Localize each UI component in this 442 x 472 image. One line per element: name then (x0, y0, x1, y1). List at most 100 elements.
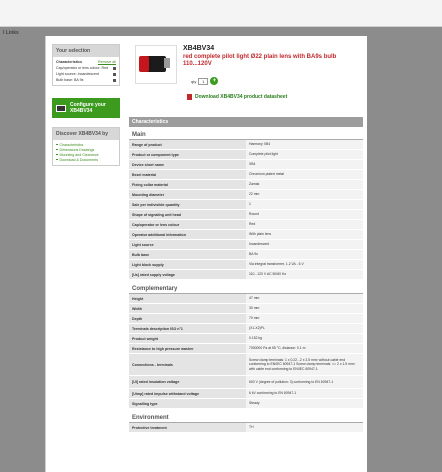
spec-label: Shape of signaling unit head (129, 210, 246, 219)
spec-row: Bulb base BA 9s (129, 250, 363, 260)
product-name: XB4BV34 (183, 45, 215, 52)
spec-row: Product weight 0.152 kg (129, 334, 363, 344)
spec-row: Resistance to high pressure washer 700000… (129, 344, 363, 354)
spec-value: Via integral transformer, 1.2 VA - 6 V (246, 260, 363, 269)
discover-panel: Discover XB4BV34 by Characteristics Dime… (52, 127, 120, 166)
spec-row: [Uimp] rated impulse withstand voltage 6 … (129, 389, 363, 399)
spec-label: Connections - terminals (129, 354, 246, 375)
spec-row: Light block supply Via integral transform… (129, 260, 363, 270)
spec-label: [Us] rated supply voltage (129, 270, 246, 279)
spec-value: Harmony XB4 (246, 140, 363, 149)
spec-row: [Us] rated supply voltage 110...120 V AC … (129, 270, 363, 280)
spec-row: Fixing collar material Zamak (129, 180, 363, 190)
spec-label: Product weight (129, 334, 246, 343)
discover-title: Discover XB4BV34 by (53, 128, 119, 140)
spec-row: Range of product Harmony XB4 (129, 140, 363, 150)
spec-label: Resistance to high pressure washer (129, 344, 246, 353)
spec-value: 1 (246, 200, 363, 209)
spec-value: Round (246, 210, 363, 219)
spec-row: Mounting diameter 22 mm (129, 190, 363, 200)
spec-label: Width (129, 304, 246, 313)
spec-label: Signalling type (129, 399, 246, 408)
spec-row: Light source Incandescent (129, 240, 363, 250)
spec-value: Complete pilot light (246, 150, 363, 159)
spec-label: Light source (129, 240, 246, 249)
configurator-icon (56, 104, 66, 112)
characteristics-table: Characteristics Main Range of product Harm… (129, 117, 363, 433)
selection-item-label: Bulb base: BA 9s (56, 78, 84, 82)
spec-row: Width 30 mm (129, 304, 363, 314)
spec-value: Screw clamp terminals: 1 x 0.22...2 x 2.… (246, 354, 363, 375)
spec-row: Operator additional information With plai… (129, 230, 363, 240)
spec-label: Sale per indivisible quantity (129, 200, 246, 209)
spec-row: Device short name XB4 (129, 160, 363, 170)
spec-row: Protective treatment TH (129, 423, 363, 433)
spec-value: 30 mm (246, 304, 363, 313)
spec-value: 0.152 kg (246, 334, 363, 343)
top-links-label[interactable]: l Links (3, 30, 19, 36)
selection-header-label: Characteristics (56, 60, 82, 64)
browser-top-frame (0, 0, 442, 27)
spec-row: Height 47 mm (129, 294, 363, 304)
discover-link[interactable]: Download & Documents (56, 157, 116, 162)
selection-title: Your selection (53, 45, 119, 57)
datasheet-download-label: Download XB4BV34 product datasheet (195, 94, 288, 100)
quantity-input[interactable]: 1 (198, 77, 209, 85)
spec-row: Connections - terminals Screw clamp termi… (129, 354, 363, 376)
selection-panel: Your selection Characteristics Remove al… (52, 44, 120, 86)
selection-item-label: Cap/operator or lens colour: Red (56, 66, 109, 70)
qty-label: qty (191, 78, 197, 84)
section-title: Complementary (129, 282, 363, 294)
selection-item: Bulb base: BA 9s (56, 77, 116, 83)
add-to-cart-button[interactable]: + (210, 77, 219, 85)
spec-label: Mounting diameter (129, 190, 246, 199)
spec-value: With plain lens (246, 230, 363, 239)
spec-label: [Uimp] rated impulse withstand voltage (129, 389, 246, 398)
remove-item-icon[interactable] (113, 72, 116, 76)
spec-value: 47 mm (246, 294, 363, 303)
spec-value: 22 mm (246, 190, 363, 199)
spec-label: Device short name (129, 160, 246, 169)
spec-label: Fixing collar material (129, 180, 246, 189)
spec-row: Bezel material Chromium plated metal (129, 170, 363, 180)
spec-row: Terminals description ISO n°1 (X1-X2)PL (129, 324, 363, 334)
spec-label: Protective treatment (129, 423, 246, 432)
spec-row: [Ui] rated insulation voltage 600 V (degr… (129, 376, 363, 389)
remove-all-link[interactable]: Remove all (98, 60, 116, 64)
page-margin (367, 36, 442, 472)
pilot-light-lens-icon (139, 56, 149, 72)
pilot-light-terminal-icon (164, 58, 170, 68)
configure-button[interactable]: Configure your XB4BV34 (52, 98, 120, 118)
quantity-row: qty 1 + (191, 77, 219, 85)
selection-body: Characteristics Remove all Cap/operator … (53, 57, 119, 85)
spec-label: Depth (129, 314, 246, 323)
product-page: Your selection Characteristics Remove al… (45, 36, 367, 472)
spec-row: Product or component type Complete pilot … (129, 150, 363, 160)
section-title: Main (129, 128, 363, 140)
spec-value: 70 mm (246, 314, 363, 323)
remove-item-icon[interactable] (113, 66, 116, 70)
spec-value: 7000000 Pa at 55 °C, distance: 0.1 m (246, 344, 363, 353)
spec-value: XB4 (246, 160, 363, 169)
spec-value: Red (246, 220, 363, 229)
spec-row: Cap/operator or lens colour Red (129, 220, 363, 230)
spec-value: Steady (246, 399, 363, 408)
remove-item-icon[interactable] (113, 78, 116, 82)
left-column: Your selection Characteristics Remove al… (52, 44, 120, 166)
spec-label: Product or component type (129, 150, 246, 159)
spec-label: Operator additional information (129, 230, 246, 239)
spec-row: Depth 70 mm (129, 314, 363, 324)
selection-item-label: Light source: Incandescent (56, 72, 99, 76)
section-title: Environment (129, 411, 363, 423)
spec-value: Zamak (246, 180, 363, 189)
spec-row: Signalling type Steady (129, 399, 363, 409)
pdf-icon (187, 94, 192, 100)
datasheet-download-link[interactable]: Download XB4BV34 product datasheet (187, 94, 287, 100)
characteristics-header: Characteristics (129, 117, 363, 127)
spec-label: Height (129, 294, 246, 303)
spec-label: Bulb base (129, 250, 246, 259)
spec-value: TH (246, 423, 363, 432)
spec-row: Shape of signaling unit head Round (129, 210, 363, 220)
spec-value: 600 V (degree of pollution: 3) conformin… (246, 376, 363, 388)
spec-value: 6 kV conforming to EN 60947-1 (246, 389, 363, 398)
